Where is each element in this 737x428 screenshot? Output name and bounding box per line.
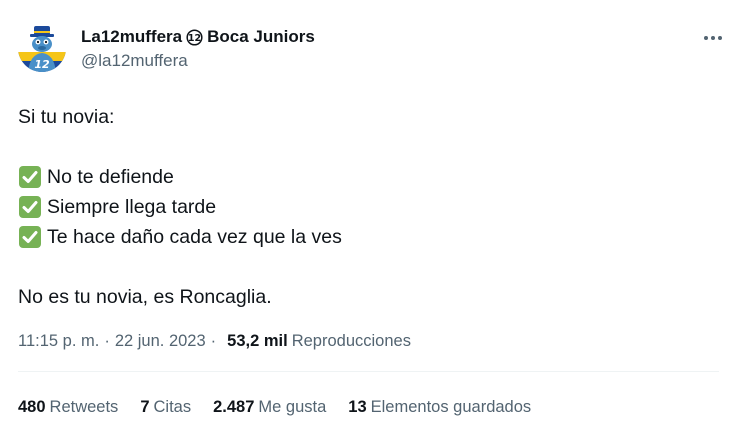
tweet-text: Si tu novia: No te defiende Siempre lleg… [18,102,718,312]
meta-separator: · [210,331,217,350]
check-mark-emoji-icon [18,225,42,249]
check-mark-emoji-icon [18,165,42,189]
likes-stat[interactable]: 2.487 Me gusta [213,398,326,417]
number-12-badge-icon: 12 [186,28,203,46]
tweet-header: La12muffera 12 Boca Juniors @la12muffera [81,26,315,72]
tweet-date[interactable]: 22 jun. 2023 [115,332,206,351]
stat-count: 7 [140,397,150,416]
author-name[interactable]: La12muffera [81,27,182,47]
stat-count: 480 [18,397,46,416]
stat-count: 13 [348,397,367,416]
divider [18,371,719,372]
retweets-stat[interactable]: 480 Retweets [18,398,118,417]
tweet-time[interactable]: 11:15 p. m. [18,332,99,351]
bookmarks-stat[interactable]: 13 Elementos guardados [348,398,531,417]
checklist-item-text: Te hace daño cada vez que la ves [47,226,342,248]
avatar-number: 12 [34,58,50,71]
boca-juniors-mascot-avatar: 12 [18,24,66,72]
ellipsis-horizontal-icon [704,36,722,40]
avatar[interactable]: 12 [18,24,66,72]
author-name-row[interactable]: La12muffera 12 Boca Juniors [81,26,315,48]
check-mark-emoji-icon [18,195,42,219]
checklist-item: Te hace daño cada vez que la ves [18,222,718,252]
more-options-button[interactable] [700,28,726,48]
author-club: Boca Juniors [207,27,315,46]
tweet-closing: No es tu novia, es Roncaglia. [18,286,272,308]
checklist-item-text: No te defiende [47,166,174,188]
tweet-meta: 11:15 p. m. · 22 jun. 2023 · 53,2 mil Re… [18,329,411,353]
stat-label: Elementos guardados [370,397,532,416]
views-count: 53,2 mil [227,331,288,350]
svg-text:12: 12 [188,33,201,44]
tweet-intro: Si tu novia: [18,106,115,128]
views-label: Reproducciones [291,331,411,350]
stat-label: Retweets [49,397,119,416]
tweet-stats: 480 Retweets 7 Citas 2.487 Me gusta 13 E… [18,395,553,419]
stat-label: Citas [153,397,192,416]
checklist-item: Siempre llega tarde [18,192,718,222]
stat-count: 2.487 [213,397,255,416]
meta-separator: · [104,331,110,350]
stat-label: Me gusta [258,397,327,416]
checklist-item: No te defiende [18,162,718,192]
tweet-card: 12 La12muffera 12 Boca Juniors @la12muff… [0,0,737,428]
author-handle[interactable]: @la12muffera [81,50,315,72]
quotes-stat[interactable]: 7 Citas [140,398,191,417]
checklist-item-text: Siempre llega tarde [47,196,217,218]
